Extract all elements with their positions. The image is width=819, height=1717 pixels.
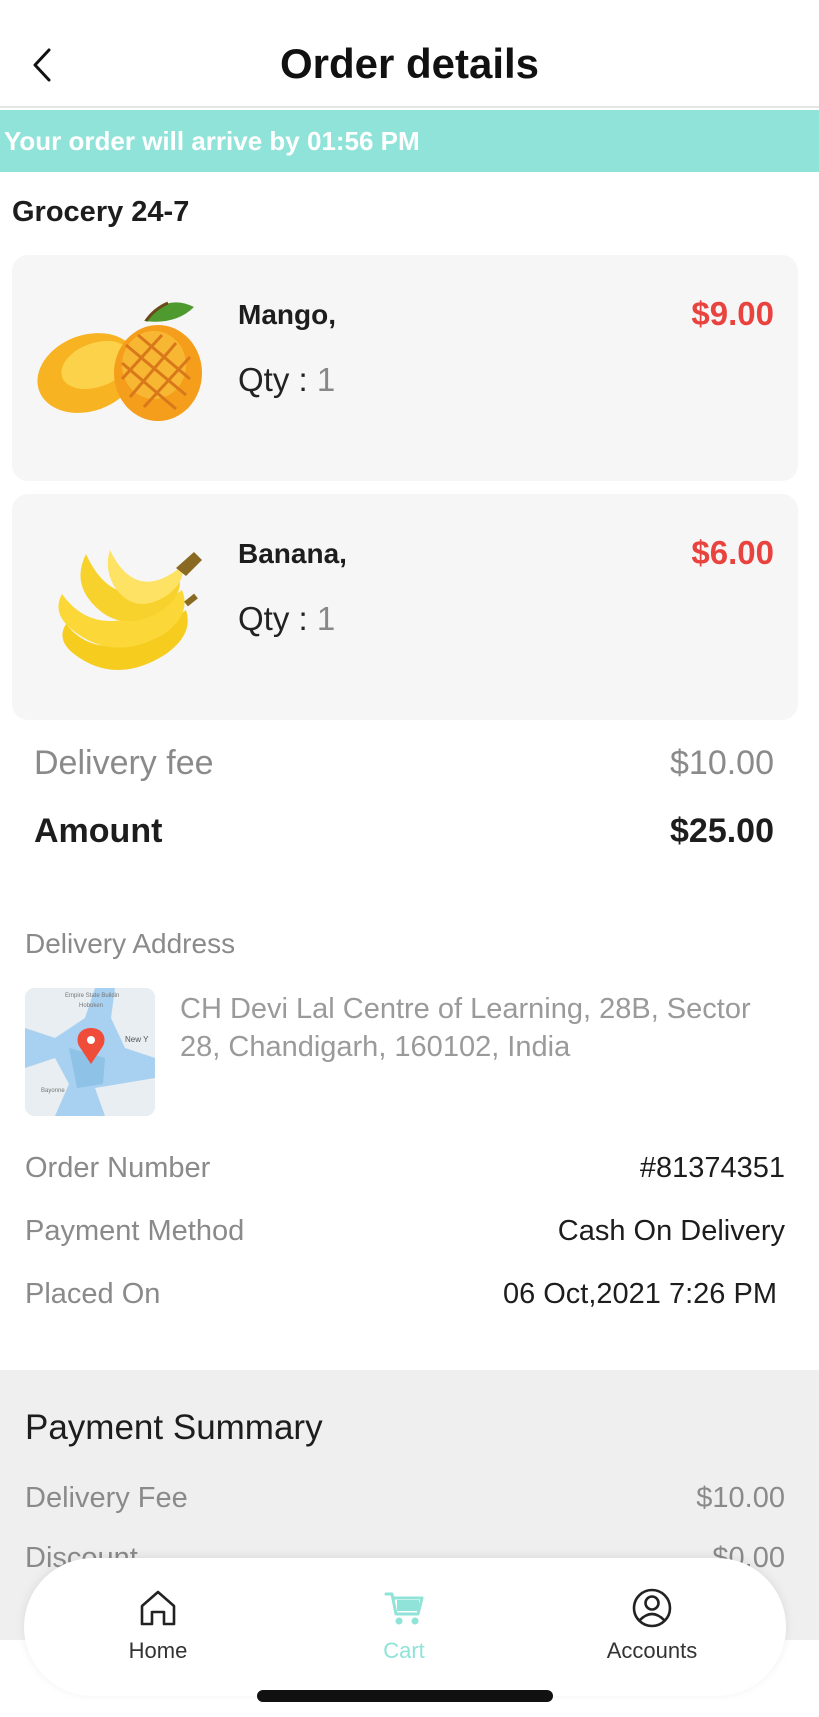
item-name: Mango, <box>238 299 336 330</box>
store-name: Grocery 24-7 <box>12 196 190 228</box>
amount-row: Amount $25.00 <box>34 812 774 851</box>
nav-accounts-label: Accounts <box>606 1638 698 1663</box>
delivery-fee-label: Delivery fee <box>34 744 214 782</box>
banana-image <box>58 550 202 670</box>
map-thumbnail[interactable]: Empire State Buildin Hoboken New Y Bayon… <box>25 988 155 1116</box>
order-number-value: #81374351 <box>639 1152 785 1184</box>
order-item-card[interactable]: Mango, Qty : 1 $9.00 <box>12 255 798 481</box>
cart-icon <box>384 1592 424 1625</box>
nav-cart-label: Cart <box>383 1638 425 1663</box>
item-qty: Qty : 1 <box>238 600 335 638</box>
order-item-card[interactable]: Banana, Qty : 1 $6.00 <box>12 494 798 720</box>
order-number-label: Order Number <box>25 1152 211 1184</box>
nav-accounts[interactable]: Accounts <box>577 1586 727 1664</box>
item-price: $9.00 <box>691 295 774 332</box>
header: Order details <box>0 0 819 108</box>
qty-label: Qty : <box>238 600 308 637</box>
payment-method-label: Payment Method <box>25 1215 245 1247</box>
home-indicator <box>257 1690 553 1702</box>
qty-value: 1 <box>316 600 336 637</box>
page-title: Order details <box>279 40 540 87</box>
order-number-row: Order Number #81374351 <box>25 1152 785 1185</box>
summary-delivery-fee-value: $10.00 <box>696 1482 785 1514</box>
summary-delivery-fee-label: Delivery Fee <box>25 1482 188 1514</box>
payment-method-row: Payment Method Cash On Delivery <box>25 1215 785 1248</box>
placed-on-value: 06 Oct,2021 7:26 PM <box>502 1278 777 1310</box>
item-price: $6.00 <box>691 534 774 571</box>
delivery-address-label: Delivery Address <box>25 928 236 959</box>
mango-image <box>37 301 202 421</box>
delivery-address-text: CH Devi Lal Centre of Learning, 28B, Sec… <box>180 993 751 1063</box>
qty-value: 1 <box>316 361 336 398</box>
nav-cart[interactable]: Cart <box>329 1586 479 1664</box>
payment-summary-title: Payment Summary <box>25 1408 323 1447</box>
delivery-fee-value: $10.00 <box>670 744 774 782</box>
nav-home[interactable]: Home <box>83 1586 233 1664</box>
home-icon <box>140 1590 176 1626</box>
item-name: Banana, <box>238 538 347 569</box>
amount-label: Amount <box>34 812 163 850</box>
placed-on-row: Placed On 06 Oct,2021 7:26 PM <box>25 1278 785 1311</box>
payment-method-value: Cash On Delivery <box>557 1215 785 1247</box>
map-label: New Y <box>125 1035 149 1044</box>
map-label: Hoboken <box>79 1003 103 1009</box>
delivery-fee-row: Delivery fee $10.00 <box>34 744 774 783</box>
placed-on-label: Placed On <box>25 1278 161 1310</box>
map-label: Bayonne <box>41 1088 65 1094</box>
account-icon <box>632 1588 672 1628</box>
summary-delivery-fee-row: Delivery Fee $10.00 <box>25 1482 785 1515</box>
item-qty: Qty : 1 <box>238 361 335 399</box>
qty-label: Qty : <box>238 361 308 398</box>
amount-value: $25.00 <box>670 812 774 850</box>
nav-home-label: Home <box>128 1638 188 1663</box>
bottom-navigation: Home Cart Accounts <box>24 1558 786 1696</box>
map-label: Empire State Buildin <box>65 993 119 999</box>
arrival-banner: Your order will arrive by 01:56 PM <box>0 110 819 172</box>
